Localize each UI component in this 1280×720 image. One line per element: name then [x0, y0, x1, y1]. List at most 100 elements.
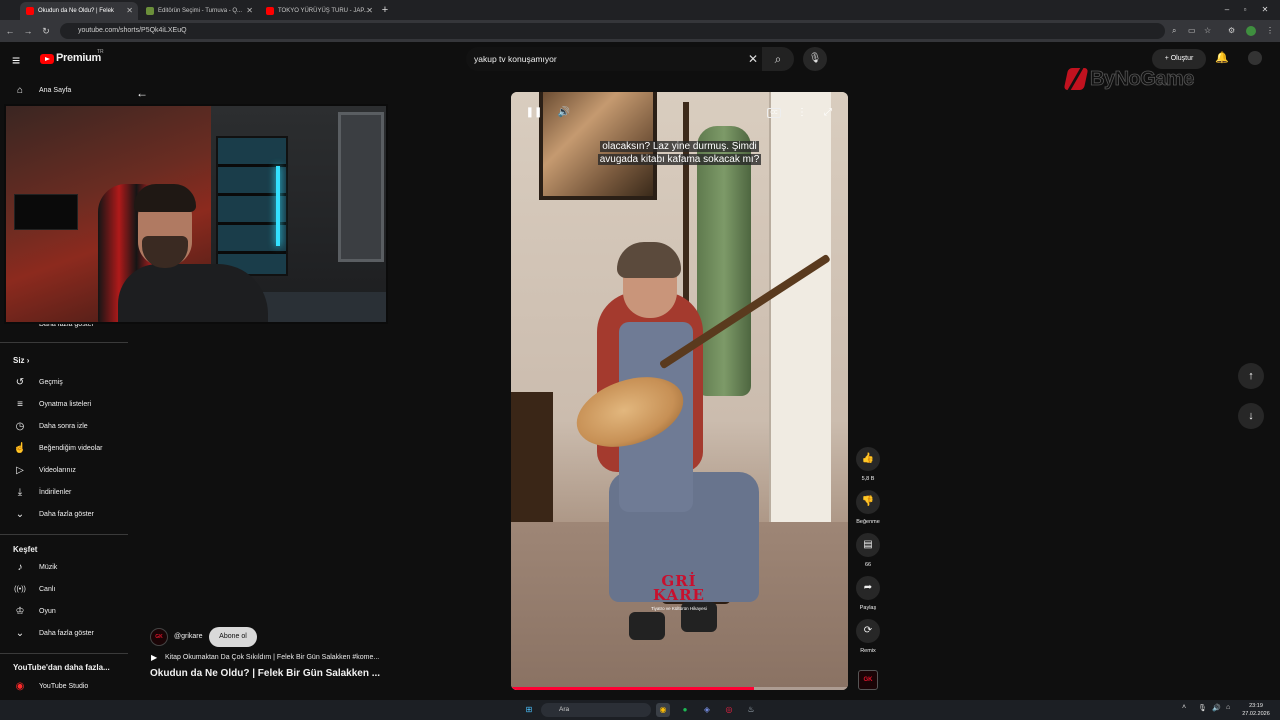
channel-thumbnail[interactable]: GK — [858, 670, 878, 690]
remix-label: Remix — [860, 648, 876, 654]
remix-action[interactable]: ⟳ Remix — [856, 619, 880, 654]
close-tab-icon[interactable]: ✕ — [246, 2, 253, 20]
sidebar-item-label: Oyun — [39, 608, 56, 615]
browser-menu-icon[interactable]: ⋮ — [1266, 25, 1274, 37]
channel-handle[interactable]: @grikare — [174, 633, 203, 640]
spotify-icon[interactable]: ● — [678, 703, 692, 717]
share-action[interactable]: ➦ Paylaş — [856, 576, 880, 611]
comment-icon[interactable]: ▤ — [856, 533, 880, 557]
explore-section-heading: Keşfet — [13, 545, 38, 554]
dislike-action[interactable]: 👎 Beğenme — [856, 490, 880, 525]
new-tab-button[interactable]: + — [376, 2, 394, 18]
close-tab-icon[interactable]: ✕ — [366, 2, 373, 20]
back-arrow-icon[interactable]: ← — [136, 86, 148, 100]
tab-editors-choice[interactable]: Editörün Seçimi - Turnuva - Q... ✕ — [140, 2, 258, 20]
sidebar-item-your-videos[interactable]: ▷ Videolarınız — [0, 462, 128, 482]
watch-later-icon: ◷ — [15, 421, 25, 432]
sidebar-item-playlists[interactable]: ≡ Oynatma listeleri — [0, 396, 128, 416]
remix-icon[interactable]: ⟳ — [856, 619, 880, 643]
tab-favicon-icon — [146, 7, 154, 15]
previous-short-button[interactable]: ↑ — [1238, 363, 1264, 389]
thumbs-up-icon[interactable]: 👍 — [856, 447, 880, 471]
maximize-button[interactable]: ▫ — [1236, 2, 1254, 18]
profile-icon[interactable] — [1246, 26, 1256, 36]
sidebar-item-home[interactable]: ⌂ Ana Sayfa — [0, 82, 128, 102]
discord-icon[interactable]: ◈ — [700, 703, 714, 717]
sidebar-item-downloads[interactable]: ⤓ İndirilenler — [0, 484, 128, 504]
subtitle-line: olacaksın? Laz yine durmuş. Şimdi — [600, 141, 759, 152]
sidebar-item-liked-videos[interactable]: ☝ Beğendiğim videolar — [0, 440, 128, 460]
pause-icon[interactable]: ❚❚ — [525, 106, 543, 120]
thumbs-down-icon[interactable]: 👎 — [856, 490, 880, 514]
volume-icon[interactable]: 🔊 — [555, 106, 573, 120]
sidebar-item-show-more-explore[interactable]: ⌄ Daha fazla göster — [0, 625, 128, 645]
subscribe-button[interactable]: Abone ol — [209, 627, 257, 647]
like-count: 5,8 B — [861, 476, 875, 482]
close-window-button[interactable]: ✕ — [1256, 2, 1274, 18]
bookmark-star-icon[interactable]: ☆ — [1204, 25, 1211, 37]
chrome-icon[interactable]: ◉ — [656, 703, 670, 717]
notifications-bell-icon[interactable]: 🔔 — [1215, 51, 1229, 64]
clear-search-icon[interactable]: ✕ — [748, 47, 758, 71]
sidebar-item-gaming[interactable]: ♔ Oyun — [0, 603, 128, 623]
next-short-button[interactable]: ↓ — [1238, 403, 1264, 429]
comments-action[interactable]: ▤ 66 — [856, 533, 880, 568]
channel-avatar[interactable]: GK — [150, 628, 168, 646]
you-section-heading[interactable]: Siz › — [13, 356, 29, 365]
sidebar-item-watch-later[interactable]: ◷ Daha sonra izle — [0, 418, 128, 438]
create-button[interactable]: + Oluştur — [1152, 49, 1206, 69]
menu-icon[interactable]: ≡ — [12, 53, 20, 67]
sidebar-item-live[interactable]: ((•)) Canlı — [0, 581, 128, 601]
forward-icon[interactable]: → — [22, 24, 34, 38]
sidebar-divider — [0, 534, 128, 535]
logo-text: Premium — [56, 52, 101, 64]
sidebar-item-show-more-you[interactable]: ⌄ Daha fazla göster — [0, 506, 128, 526]
share-icon[interactable]: ➦ — [856, 576, 880, 600]
sidebar-item-music[interactable]: ♪ Müzik — [0, 559, 128, 579]
minimize-button[interactable]: – — [1218, 2, 1236, 18]
clock-date: 27.02.2026 — [1242, 711, 1270, 717]
cast-icon[interactable]: ▭ — [1188, 25, 1196, 37]
steam-icon[interactable]: ♨ — [744, 703, 758, 717]
arrow-up-icon: ↑ — [1248, 370, 1254, 382]
search-input[interactable]: yakup tv konuşamıyor ✕ — [466, 47, 762, 71]
back-icon[interactable]: ← — [4, 24, 16, 38]
sidebar-item-youtube-studio[interactable]: ◉ YouTube Studio — [0, 678, 128, 698]
youtube-play-logo-icon — [40, 54, 54, 64]
captions-button[interactable]: CC — [767, 108, 781, 118]
brand-line: KARE — [653, 586, 705, 604]
like-action[interactable]: 👍 5,8 B — [856, 447, 880, 482]
tab-tokyo-walk[interactable]: TOKYO YÜRÜYÜŞ TURU - JAP... ✕ — [260, 2, 378, 20]
extensions-icon[interactable]: ⚙ — [1228, 25, 1235, 37]
downloads-icon: ⤓ — [17, 487, 23, 498]
zoom-icon[interactable]: ⌕ — [1172, 25, 1176, 37]
sidebar-divider — [0, 653, 128, 654]
chevron-down-icon: ⌄ — [15, 628, 25, 639]
tray-overflow-icon[interactable]: ˄ — [1182, 704, 1186, 711]
tray-mic-icon[interactable]: 🎙 — [1198, 704, 1207, 712]
search-button[interactable]: ⌕ — [762, 47, 794, 71]
url-text: youtube.com/shorts/P5Qk4iLXEuQ — [78, 27, 187, 34]
taskbar-search[interactable]: Ara — [541, 703, 651, 717]
tab-title: Editörün Seçimi - Turnuva - Q... — [158, 8, 243, 14]
region-code: TR — [97, 49, 104, 55]
fullscreen-icon[interactable]: ⤢ — [819, 106, 837, 120]
reload-icon[interactable]: ↻ — [40, 24, 52, 38]
windows-start-icon[interactable]: ⊞ — [522, 703, 536, 717]
sidebar-item-label: İndirilenler — [39, 489, 72, 496]
address-bar[interactable]: youtube.com/shorts/P5Qk4iLXEuQ — [60, 23, 1165, 39]
share-label: Paylaş — [859, 605, 877, 611]
close-tab-icon[interactable]: ✕ — [126, 2, 133, 20]
tray-volume-icon[interactable]: 🔊 — [1212, 704, 1221, 712]
account-avatar[interactable] — [1248, 51, 1262, 65]
app-icon[interactable]: ◎ — [722, 703, 736, 717]
system-clock[interactable]: 23:19 27.02.2026 — [1240, 702, 1272, 718]
video-progress-bar[interactable] — [511, 687, 848, 690]
more-options-icon[interactable]: ⋮ — [793, 106, 811, 120]
voice-search-button[interactable]: 🎙 — [803, 47, 827, 71]
tab-youtube-short[interactable]: Okudun da Ne Oldu? | Felek ✕ — [20, 2, 138, 20]
related-video-link[interactable]: Kitap Okumaktan Da Çok Sıkıldım | Felek … — [165, 654, 379, 661]
tray-network-icon[interactable]: ⌂ — [1226, 704, 1230, 711]
sidebar-item-history[interactable]: ↺ Geçmiş — [0, 374, 128, 394]
shorts-video-player[interactable]: olacaksın? Laz yine durmuş. Şimdi avugad… — [511, 92, 848, 690]
